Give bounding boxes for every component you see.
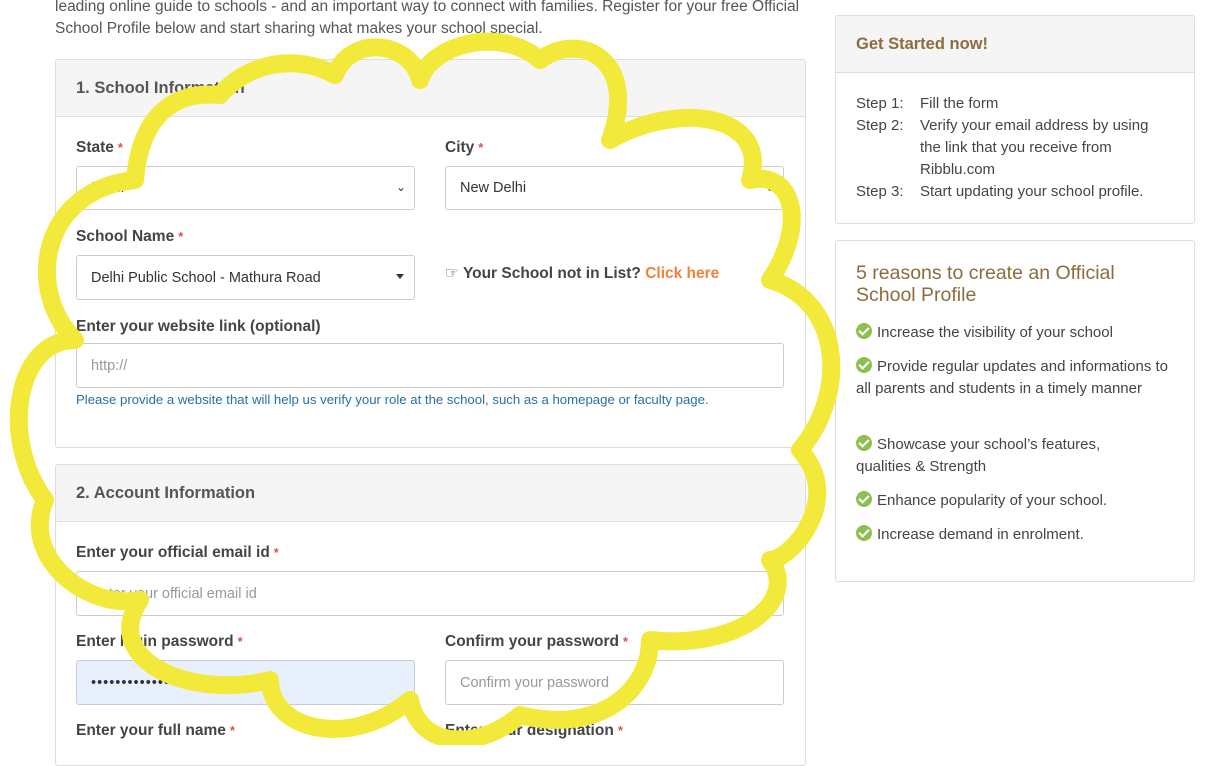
- reason-item: Increase demand in enrolment.: [856, 524, 1176, 546]
- password-label: Enter login password *: [76, 633, 243, 650]
- password-input[interactable]: ••••••••••••••: [76, 660, 415, 705]
- step-item: Step 1: Fill the form: [856, 95, 999, 112]
- school-information-heading: 1. School Information: [56, 60, 805, 117]
- reason-item: Enhance popularity of your school.: [856, 490, 1176, 512]
- reasons-title: 5 reasons to create an Official School P…: [856, 262, 1115, 306]
- school-name-select[interactable]: Delhi Public School - Mathura Road: [76, 255, 415, 300]
- email-label: Enter your official email id *: [76, 544, 279, 561]
- check-circle-icon: [856, 491, 872, 507]
- step-item: Step 2: Verify your email address by usi…: [856, 117, 1149, 178]
- chevron-down-icon: ⌄: [395, 180, 406, 194]
- school-information-panel: 1. School Information: [55, 59, 806, 448]
- school-name-label: School Name *: [76, 228, 184, 245]
- reason-item: Increase the visibility of your school: [856, 322, 1176, 344]
- check-circle-icon: [856, 357, 872, 373]
- check-circle-icon: [856, 435, 872, 451]
- check-circle-icon: [856, 323, 872, 339]
- reason-item: Showcase your school’s features, qualiti…: [856, 435, 1101, 475]
- website-label: Enter your website link (optional): [76, 318, 321, 335]
- website-help-text: Please provide a website that will help …: [76, 392, 709, 407]
- chevron-down-icon: ⌄: [764, 180, 775, 194]
- designation-label: Enter your designation *: [445, 722, 623, 739]
- school-not-in-list: ☞ Your School not in List? Click here: [445, 265, 720, 282]
- fullname-label: Enter your full name *: [76, 722, 235, 739]
- steps-list: Step 1: Fill the form Step 2: Verify you…: [856, 93, 1176, 203]
- intro-text: leading online guide to schools - and an…: [55, 0, 800, 37]
- check-circle-icon: [856, 525, 872, 541]
- confirm-password-label: Confirm your password *: [445, 633, 629, 650]
- city-label: City *: [445, 139, 484, 156]
- caret-down-icon: [396, 274, 404, 279]
- click-here-link[interactable]: Click here: [645, 265, 719, 282]
- account-information-heading: 2. Account Information: [56, 465, 805, 522]
- reason-item: Provide regular updates and informations…: [856, 357, 1169, 397]
- get-started-heading: Get Started now!: [836, 16, 1194, 73]
- step-item: Step 3: Start updating your school profi…: [856, 183, 1144, 200]
- hand-pointer-icon: ☞: [445, 265, 459, 282]
- city-select[interactable]: New Delhi ⌄: [445, 166, 784, 210]
- email-input[interactable]: Enter your official email id: [76, 571, 784, 616]
- confirm-password-input[interactable]: Confirm your password: [445, 660, 784, 705]
- website-input[interactable]: http://: [76, 343, 784, 388]
- state-select[interactable]: Delhi ⌄: [76, 166, 415, 210]
- state-label: State *: [76, 139, 123, 156]
